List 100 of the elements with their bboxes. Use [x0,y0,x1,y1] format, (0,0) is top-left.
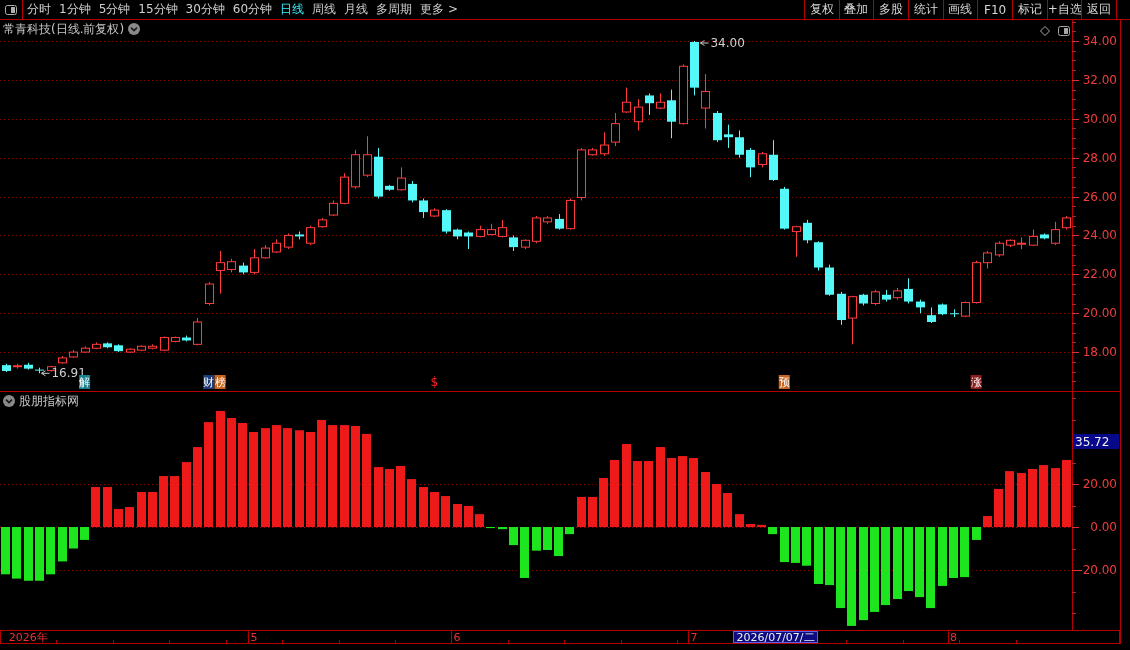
candle [250,248,259,275]
candle [114,343,123,353]
event-tag: 预 [778,375,790,389]
candle [13,363,22,370]
candle [239,262,248,275]
indicator-bar [949,527,958,578]
indicator-bar [678,456,687,527]
indicator-title: 股朋指标网 [19,394,79,408]
indicator-bar [396,465,405,527]
high-price-label: 34.00 [710,36,745,50]
candle [916,299,925,314]
candle [272,238,281,254]
axis-label: 18.00 [1082,345,1117,360]
axis-label: 20.00 [1082,477,1117,491]
indicator-bar [1005,471,1014,527]
candle [871,289,880,306]
candle [645,93,654,116]
indicator-bar [746,524,755,527]
indicator-bar [633,461,642,527]
axis-label: 0.00 [1090,520,1117,534]
indicator-bar [1039,465,1048,527]
panel-toggle-icon[interactable] [1058,26,1070,36]
candle [442,208,451,234]
indicator-bar [182,462,191,527]
indicator-bar [475,514,484,527]
indicator-bar [994,488,1003,527]
candle [893,287,902,301]
candle [521,238,530,250]
date-label: 7 [690,631,698,644]
axis-label: 30.00 [1082,111,1117,126]
candle [227,258,236,273]
candle [261,244,270,260]
candle [148,343,157,350]
toolbar-button[interactable]: +自选 [1046,0,1082,19]
candle [566,198,575,231]
candle [758,151,767,168]
event-tag: 涨 [970,375,982,389]
candle [397,166,406,192]
candle [295,231,304,240]
candle [927,306,936,324]
axis-label: 34.00 [1082,34,1117,48]
candle [837,291,846,326]
candle [622,87,631,114]
arrow-icon [41,370,50,377]
candle [216,250,225,295]
candle [814,240,823,271]
candle [193,317,202,346]
indicator-bar [938,527,947,586]
candle [408,180,417,203]
chevron-down-icon[interactable] [3,395,15,407]
candle [555,213,564,231]
indicator-bar [532,527,541,551]
candle [453,228,462,240]
candle [284,233,293,250]
event-tag: 财 [203,375,215,389]
indicator-bar [825,527,834,586]
indicator-bar [509,527,518,546]
indicator-bar [91,487,100,527]
axis-label: 22.00 [1082,267,1117,282]
candle [724,124,733,149]
value-tag: 35.72 [1073,434,1119,449]
candle [81,345,90,354]
indicator-bar [554,527,563,557]
candle [318,217,327,229]
candle [600,131,609,157]
axis-label: 28.00 [1082,150,1117,165]
candle [950,308,959,318]
axis-label: 24.00 [1082,228,1117,243]
indicator-bar [802,527,811,566]
candle [487,223,496,236]
candle [938,303,947,316]
indicator-bar [453,504,462,527]
axis-label: 20.00 [1082,306,1117,321]
candle [803,219,812,244]
indicator-bar [125,507,134,527]
indicator-bar [114,508,123,527]
axis-label: -20.00 [1078,563,1117,577]
candle [2,363,11,373]
indicator-bar [915,527,924,598]
date-label: 6 [453,631,461,644]
indicator-bar [791,527,800,563]
candle [995,240,1004,258]
candle [340,172,349,205]
candle [882,289,891,303]
diamond-icon[interactable] [1040,26,1050,36]
indicator-bar [735,514,744,527]
indicator-bar [577,496,586,527]
indicator-bar [701,472,710,527]
indicator-bar [170,476,179,527]
candle [859,293,868,306]
candle [69,349,78,359]
event-tag: 榜 [214,375,226,389]
indicator-bar [498,527,507,530]
candle [137,344,146,352]
indicator-bar [103,487,112,527]
indicator-bar [80,527,89,540]
indicator-bar [712,484,721,527]
indicator-bar [960,527,969,578]
date-cursor-label: 2026/07/07/二 [733,631,818,644]
chevron-down-icon[interactable] [128,23,141,35]
